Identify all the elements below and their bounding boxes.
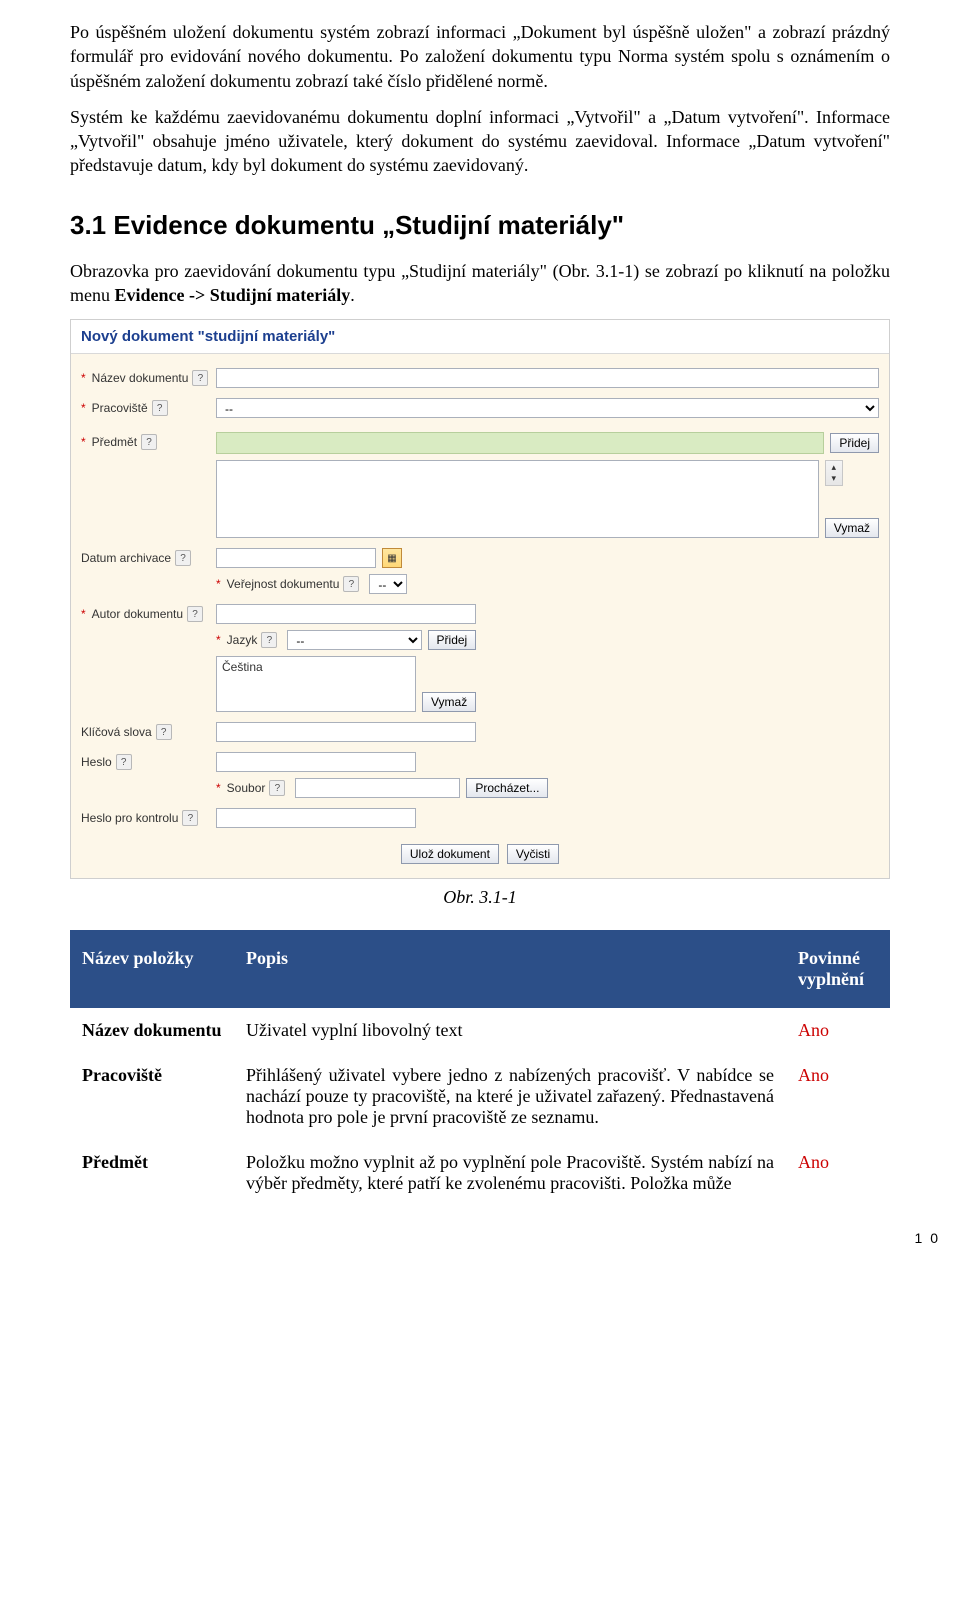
help-icon[interactable]: ? bbox=[187, 606, 203, 622]
label-datum-arch: Datum archivace bbox=[81, 551, 171, 565]
p3-text-b: Evidence -> Studijní materiály bbox=[115, 285, 351, 305]
label-predmet: Předmět bbox=[92, 435, 137, 449]
cell-desc: Položku možno vyplnit až po vyplnění pol… bbox=[234, 1140, 786, 1206]
help-icon[interactable]: ? bbox=[343, 576, 359, 592]
jazyk-list[interactable]: Čeština bbox=[216, 656, 416, 712]
required-mark: * bbox=[81, 371, 86, 385]
required-mark: * bbox=[81, 607, 86, 621]
help-icon[interactable]: ? bbox=[182, 810, 198, 826]
cell-desc: Uživatel vyplní libovolný text bbox=[234, 1008, 786, 1053]
pridej-jazyk-button[interactable]: Přidej bbox=[428, 630, 477, 650]
label-jazyk: Jazyk bbox=[227, 633, 258, 647]
label-soubor: Soubor bbox=[227, 781, 266, 795]
th-desc: Popis bbox=[234, 930, 786, 1008]
help-icon[interactable]: ? bbox=[156, 724, 172, 740]
required-mark: * bbox=[216, 633, 221, 647]
vymaz-jazyk-button[interactable]: Vymaž bbox=[422, 692, 476, 712]
soubor-input[interactable] bbox=[295, 778, 460, 798]
help-icon[interactable]: ? bbox=[269, 780, 285, 796]
label-nazev: Název dokumentu bbox=[92, 371, 189, 385]
help-icon[interactable]: ? bbox=[192, 370, 208, 386]
predmet-combo[interactable] bbox=[216, 432, 824, 454]
form-screenshot: Nový dokument "studijní materiály" * Náz… bbox=[70, 319, 890, 879]
vycisti-button[interactable]: Vyčisti bbox=[507, 844, 559, 864]
th-required: Povinné vyplnění bbox=[786, 930, 890, 1008]
table-row: Pracoviště Přihlášený uživatel vybere je… bbox=[70, 1053, 890, 1140]
nazev-input[interactable] bbox=[216, 368, 879, 388]
heslo-input[interactable] bbox=[216, 752, 416, 772]
help-icon[interactable]: ? bbox=[152, 400, 168, 416]
page-number: 1 0 bbox=[0, 1216, 960, 1260]
field-description-table: Název položky Popis Povinné vyplnění Náz… bbox=[70, 930, 890, 1206]
vymaz-button[interactable]: Vymaž bbox=[825, 518, 879, 538]
required-mark: * bbox=[81, 435, 86, 449]
datum-arch-input[interactable] bbox=[216, 548, 376, 568]
cell-req: Ano bbox=[786, 1053, 890, 1140]
uloz-button[interactable]: Ulož dokument bbox=[401, 844, 499, 864]
label-autor: Autor dokumentu bbox=[92, 607, 183, 621]
label-pracoviste: Pracoviště bbox=[92, 401, 148, 415]
table-row: Název dokumentu Uživatel vyplní libovoln… bbox=[70, 1008, 890, 1053]
required-mark: * bbox=[81, 401, 86, 415]
cell-name: Název dokumentu bbox=[70, 1008, 234, 1053]
section-heading: 3.1 Evidence dokumentu „Studijní materiá… bbox=[70, 210, 890, 241]
paragraph-1: Po úspěšném uložení dokumentu systém zob… bbox=[70, 20, 890, 93]
help-icon[interactable]: ? bbox=[141, 434, 157, 450]
calendar-icon[interactable]: ▦ bbox=[382, 548, 402, 568]
klicova-input[interactable] bbox=[216, 722, 476, 742]
predmet-list[interactable] bbox=[216, 460, 819, 538]
required-mark: * bbox=[216, 577, 221, 591]
autor-input[interactable] bbox=[216, 604, 476, 624]
label-klicova: Klíčová slova bbox=[81, 725, 152, 739]
prochazet-button[interactable]: Procházet... bbox=[466, 778, 548, 798]
form-title: Nový dokument "studijní materiály" bbox=[71, 320, 889, 354]
label-verejnost: Veřejnost dokumentu bbox=[227, 577, 340, 591]
scrollbar-icon[interactable]: ▴▾ bbox=[825, 460, 843, 486]
cell-desc: Přihlášený uživatel vybere jedno z nabíz… bbox=[234, 1053, 786, 1140]
table-row: Předmět Položku možno vyplnit až po vypl… bbox=[70, 1140, 890, 1206]
label-heslo: Heslo bbox=[81, 755, 112, 769]
p3-text-c: . bbox=[350, 285, 355, 305]
cell-name: Předmět bbox=[70, 1140, 234, 1206]
required-mark: * bbox=[216, 781, 221, 795]
help-icon[interactable]: ? bbox=[175, 550, 191, 566]
figure-caption: Obr. 3.1-1 bbox=[70, 887, 890, 908]
th-name: Název položky bbox=[70, 930, 234, 1008]
help-icon[interactable]: ? bbox=[116, 754, 132, 770]
cell-req: Ano bbox=[786, 1008, 890, 1053]
pridej-button[interactable]: Přidej bbox=[830, 433, 879, 453]
paragraph-3: Obrazovka pro zaevidování dokumentu typu… bbox=[70, 259, 890, 308]
paragraph-2: Systém ke každému zaevidovanému dokument… bbox=[70, 105, 890, 178]
pracoviste-select[interactable]: -- bbox=[216, 398, 879, 418]
heslo-kontrola-input[interactable] bbox=[216, 808, 416, 828]
help-icon[interactable]: ? bbox=[261, 632, 277, 648]
label-heslo-kontrola: Heslo pro kontrolu bbox=[81, 811, 178, 825]
cell-req: Ano bbox=[786, 1140, 890, 1206]
verejnost-select[interactable]: -- bbox=[369, 574, 407, 594]
cell-name: Pracoviště bbox=[70, 1053, 234, 1140]
jazyk-select[interactable]: -- bbox=[287, 630, 421, 650]
